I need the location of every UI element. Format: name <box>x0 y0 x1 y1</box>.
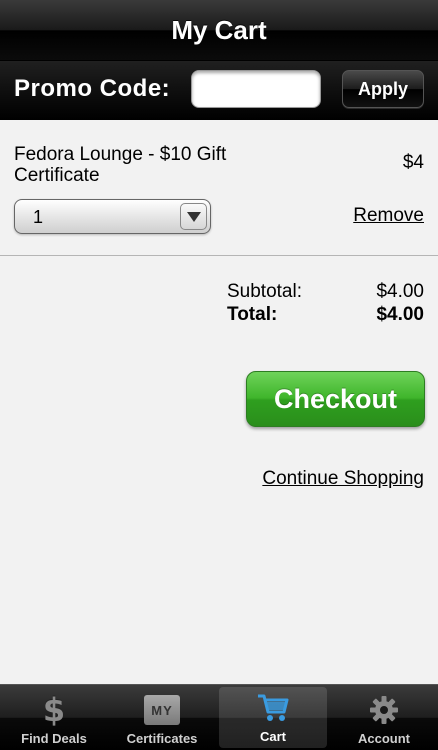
promo-code-input[interactable] <box>191 70 321 108</box>
my-certificates-icon: MY <box>144 693 180 727</box>
divider <box>0 255 438 256</box>
tab-cart[interactable]: Cart <box>219 687 327 748</box>
quantity-value: 1 <box>33 207 44 227</box>
quantity-select[interactable]: 1 <box>14 199 211 234</box>
promo-bar: Promo Code: Apply <box>0 60 438 120</box>
page-title: My Cart <box>171 14 267 45</box>
cart-icon <box>255 691 291 725</box>
tab-certificates[interactable]: MY Certificates <box>108 685 216 750</box>
tab-bar: $ Find Deals MY Certificates Cart Accoun… <box>0 684 438 750</box>
dollar-icon: $ <box>42 691 66 729</box>
tab-label: Find Deals <box>21 731 87 746</box>
total-value: $4.00 <box>376 304 424 325</box>
checkout-button[interactable]: Checkout <box>246 371 425 427</box>
item-name: Fedora Lounge - $10 Gift Certificate <box>14 144 227 186</box>
apply-button[interactable]: Apply <box>342 70 424 108</box>
remove-link[interactable]: Remove <box>353 205 424 227</box>
tab-label: Certificates <box>126 731 198 746</box>
tab-label: Cart <box>259 729 286 744</box>
promo-code-label: Promo Code: <box>14 75 171 102</box>
chevron-down-icon[interactable] <box>180 203 207 230</box>
subtotal-label: Subtotal: <box>227 281 302 302</box>
subtotal-value: $4.00 <box>376 281 424 302</box>
tab-find-deals[interactable]: $ Find Deals <box>0 685 108 750</box>
navigation-bar: My Cart <box>0 0 438 60</box>
tab-label: Account <box>358 731 410 746</box>
item-price: $4 <box>402 152 424 173</box>
continue-shopping-link[interactable]: Continue Shopping <box>262 468 424 490</box>
tab-account[interactable]: Account <box>330 685 438 750</box>
total-label: Total: <box>227 304 278 325</box>
gear-icon <box>366 693 402 727</box>
my-badge: MY <box>144 695 180 725</box>
